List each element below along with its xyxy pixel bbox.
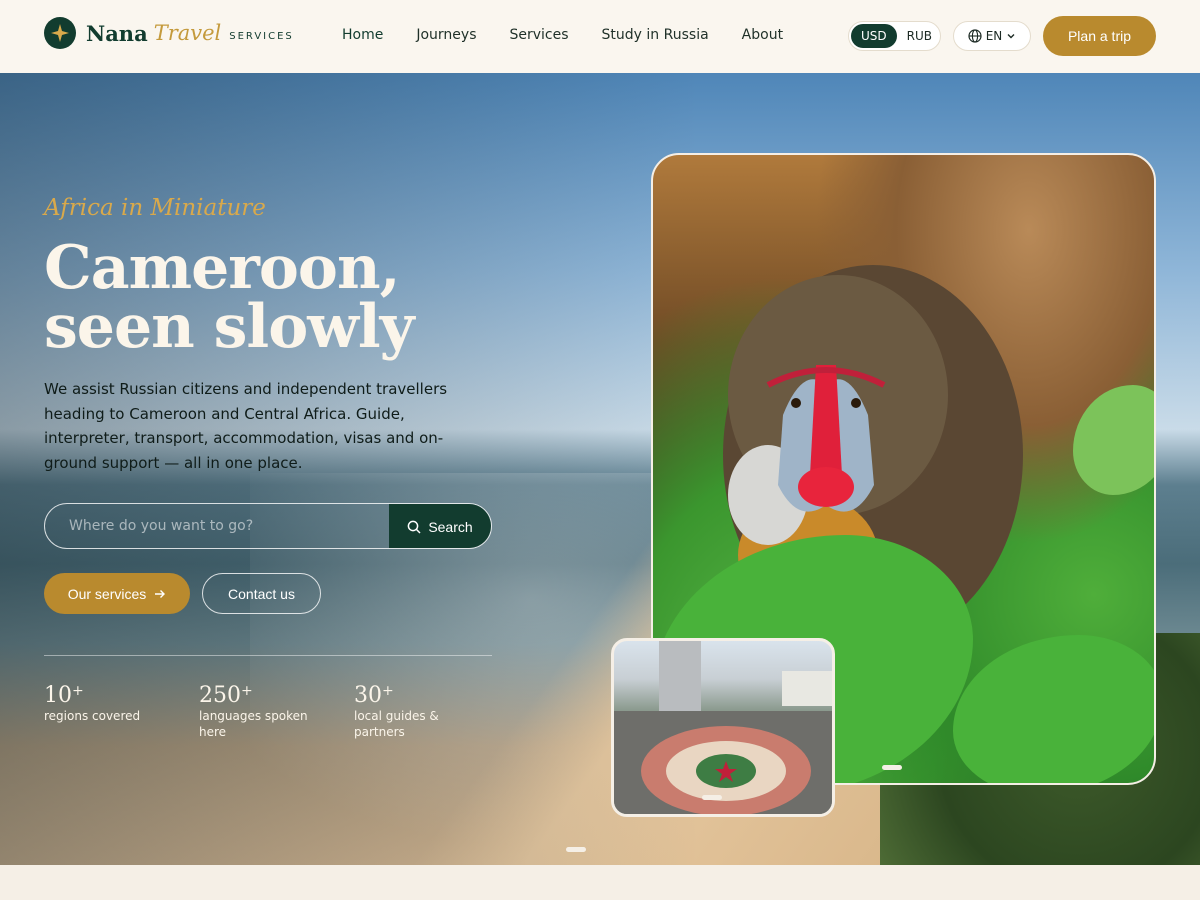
nav-study-in-russia[interactable]: Study in Russia [602, 27, 709, 43]
stat-regions-value: 10 [44, 683, 72, 708]
stat-regions-label: regions covered [44, 709, 141, 723]
foreground-leaf [1073, 385, 1154, 495]
globe-icon [968, 29, 982, 43]
hero-eyebrow: Africa in Miniature [44, 195, 266, 221]
logo[interactable]: Nana Travel SERVICES [44, 17, 294, 49]
nav-home[interactable]: Home [342, 27, 383, 43]
stat-guides-value: 30 [354, 683, 382, 708]
nav-about[interactable]: About [742, 27, 783, 43]
hero-title: Cameroon, seen slowly [44, 233, 415, 362]
hero-slide-indicator[interactable] [566, 847, 586, 852]
search-button[interactable]: Search [389, 504, 491, 548]
stat-guides-plus: + [382, 683, 394, 699]
stat-languages: 250+ languages spoken here [199, 683, 354, 740]
stat-regions-plus: + [72, 683, 84, 699]
search-icon [407, 520, 421, 534]
thumb-slide-indicator[interactable] [702, 795, 722, 800]
our-services-label: Our services [67, 585, 147, 602]
brand-name: Nana [86, 20, 148, 46]
main-nav: Home Journeys Services Study in Russia A… [342, 27, 816, 43]
stats-row: 10+ regions covered 250+ languages spoke… [44, 683, 509, 740]
foreground-leaf [953, 635, 1154, 783]
arrow-right-icon [155, 589, 166, 598]
site-header: Nana Travel SERVICES Home Journeys Servi… [0, 0, 1200, 73]
card-slide-indicator[interactable] [882, 765, 902, 770]
brand-sub: SERVICES [229, 30, 294, 42]
star-logo-icon [44, 17, 76, 49]
next-section [0, 865, 1200, 900]
nav-journeys[interactable]: Journeys [416, 27, 476, 43]
stat-languages-label: languages spoken here [199, 709, 308, 739]
stat-guides-label: local guides & partners [354, 709, 439, 739]
nav-services[interactable]: Services [510, 27, 569, 43]
our-services-button[interactable]: Our services [44, 573, 190, 614]
language-select[interactable]: EN [953, 21, 1031, 51]
stat-languages-value: 250 [199, 683, 241, 708]
language-label: EN [985, 29, 1003, 43]
hero-lead: We assist Russian citizens and independe… [44, 380, 448, 472]
stat-guides: 30+ local guides & partners [354, 683, 509, 740]
brand-travel: Travel [153, 21, 222, 45]
plan-trip-button[interactable]: Plan a trip [1043, 16, 1156, 56]
stat-regions: 10+ regions covered [44, 683, 199, 740]
search-input[interactable] [45, 504, 389, 548]
stats-divider [44, 655, 492, 656]
chevron-down-icon [1007, 34, 1015, 39]
city-roundabout-card [611, 638, 835, 817]
search-button-label: Search [428, 519, 473, 535]
currency-toggle: USD RUB [848, 21, 941, 51]
roundabout-image [614, 641, 832, 814]
stat-languages-plus: + [241, 683, 253, 699]
currency-rub[interactable]: RUB [897, 24, 942, 48]
search-bar: Search [44, 503, 492, 549]
contact-us-button[interactable]: Contact us [202, 573, 321, 614]
hero-section: Africa in Miniature Cameroon, seen slowl… [0, 73, 1200, 865]
currency-usd[interactable]: USD [851, 24, 897, 48]
